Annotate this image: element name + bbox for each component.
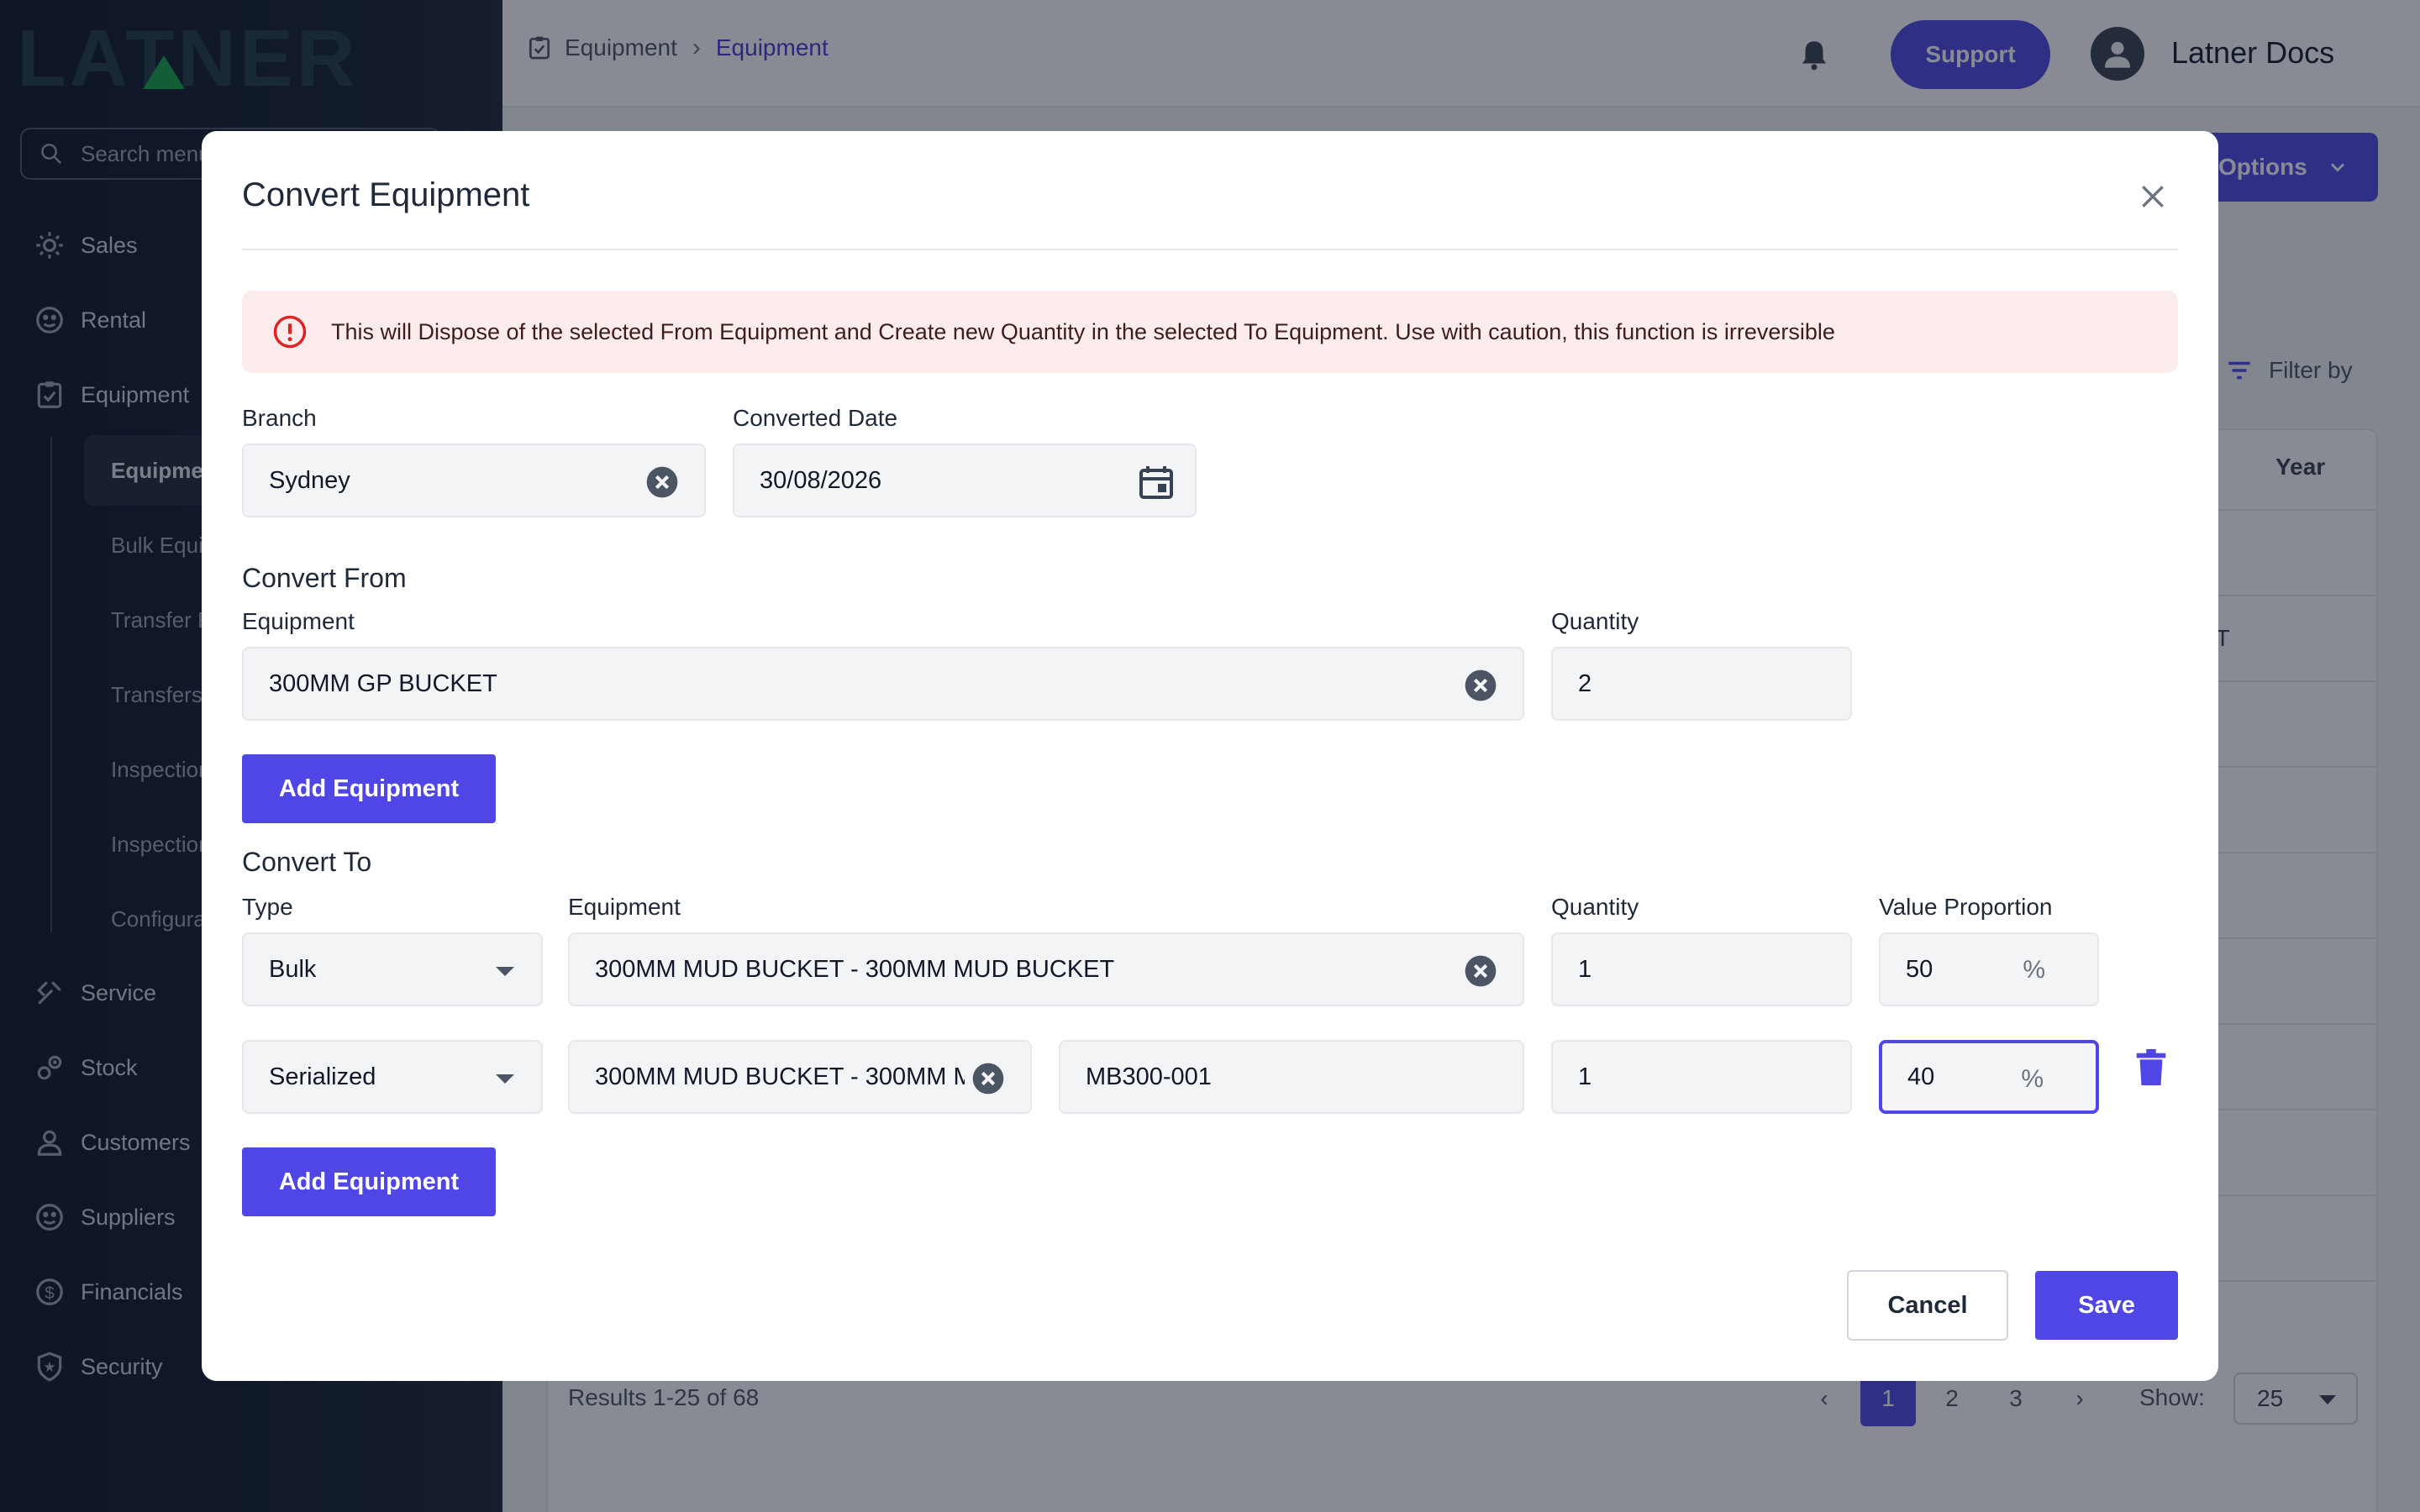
value-proportion-label: Value Proportion [1879, 894, 2053, 920]
to-quantity-input[interactable]: 1 [1551, 1040, 1852, 1114]
cancel-button[interactable]: Cancel [1847, 1270, 2008, 1341]
to-type-value: Bulk [269, 955, 317, 983]
to-equipment-value: 300MM MUD BUCKET - 300MM MUD BUCKET [595, 1063, 965, 1090]
converted-date-input[interactable]: 30/08/2026 [733, 444, 1197, 517]
modal-title: Convert Equipment [242, 176, 530, 213]
branch-select[interactable]: Sydney [242, 444, 706, 517]
caret-down-icon [496, 1074, 514, 1084]
to-type-select[interactable]: Serialized [242, 1040, 543, 1114]
to-quantity-input[interactable]: 1 [1551, 932, 1852, 1006]
from-quantity-value: 2 [1578, 669, 1592, 697]
clear-icon[interactable] [971, 1062, 1005, 1095]
convert-equipment-modal: Convert Equipment This will Dispose of t… [202, 131, 2218, 1381]
percent-suffix: % [2023, 956, 2045, 984]
to-quantity-value: 1 [1578, 955, 1592, 983]
from-quantity-label: Quantity [1551, 608, 1639, 634]
serial-number-value: MB300-001 [1086, 1063, 1212, 1090]
to-equipment-value: 300MM MUD BUCKET - 300MM MUD BUCKET [595, 955, 1115, 983]
value-proportion-input[interactable]: 40 % [1879, 1040, 2099, 1114]
branch-value: Sydney [269, 466, 350, 494]
from-equipment-value: 300MM GP BUCKET [269, 669, 497, 697]
caret-down-icon [496, 967, 514, 976]
to-equipment-select[interactable]: 300MM MUD BUCKET - 300MM MUD BUCKET [568, 932, 1524, 1006]
to-type-select[interactable]: Bulk [242, 932, 543, 1006]
close-icon[interactable] [2136, 180, 2170, 213]
warning-alert: This will Dispose of the selected From E… [242, 291, 2178, 373]
converted-date-label: Converted Date [733, 405, 898, 431]
branch-label: Branch [242, 405, 317, 431]
from-equipment-label: Equipment [242, 608, 355, 634]
from-quantity-input[interactable]: 2 [1551, 647, 1852, 721]
save-button[interactable]: Save [2035, 1271, 2178, 1340]
calendar-icon[interactable] [1136, 462, 1176, 502]
convert-from-heading: Convert From [242, 563, 407, 593]
convert-to-heading: Convert To [242, 847, 372, 877]
clear-icon[interactable] [645, 465, 679, 499]
percent-suffix: % [2021, 1065, 2044, 1093]
clear-icon[interactable] [1464, 669, 1497, 702]
modal-divider [242, 249, 2178, 250]
warning-text: This will Dispose of the selected From E… [331, 318, 1835, 344]
add-from-equipment-button[interactable]: Add Equipment [242, 754, 496, 823]
from-equipment-select[interactable]: 300MM GP BUCKET [242, 647, 1524, 721]
converted-date-value: 30/08/2026 [760, 466, 882, 494]
to-quantity-label: Quantity [1551, 894, 1639, 920]
value-proportion-value: 50 [1906, 955, 1933, 983]
add-to-equipment-button[interactable]: Add Equipment [242, 1147, 496, 1216]
trash-icon[interactable] [2134, 1048, 2168, 1087]
to-type-label: Type [242, 894, 293, 920]
value-proportion-value: 40 [1907, 1063, 1935, 1090]
alert-circle-icon [273, 315, 307, 349]
to-equipment-label: Equipment [568, 894, 681, 920]
serial-number-input[interactable]: MB300-001 [1059, 1040, 1524, 1114]
to-type-value: Serialized [269, 1063, 376, 1090]
clear-icon[interactable] [1464, 954, 1497, 988]
to-equipment-select[interactable]: 300MM MUD BUCKET - 300MM MUD BUCKET [568, 1040, 1032, 1114]
to-quantity-value: 1 [1578, 1063, 1592, 1090]
value-proportion-input[interactable]: 50 % [1879, 932, 2099, 1006]
